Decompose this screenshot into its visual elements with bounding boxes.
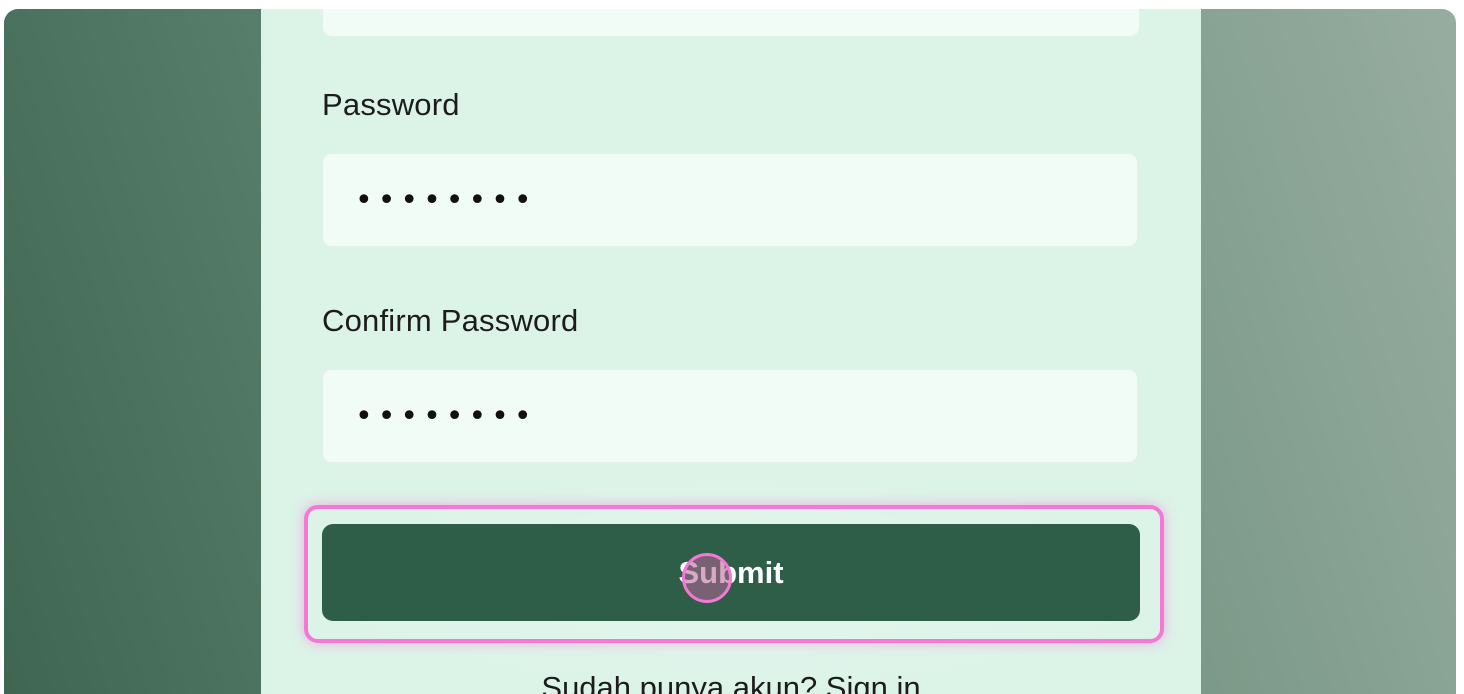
confirm-password-input[interactable]: •••••••• xyxy=(322,369,1138,463)
signup-panel: Password •••••••• Confirm Password •••••… xyxy=(261,9,1201,694)
password-label: Password xyxy=(322,87,460,122)
previous-input-field[interactable] xyxy=(322,9,1140,37)
confirm-password-label: Confirm Password xyxy=(322,303,579,338)
click-cursor-indicator xyxy=(682,553,732,603)
app-window: Password •••••••• Confirm Password •••••… xyxy=(4,9,1456,694)
signin-link[interactable]: Sudah punya akun? Sign in xyxy=(261,670,1201,694)
password-input[interactable]: •••••••• xyxy=(322,153,1138,247)
